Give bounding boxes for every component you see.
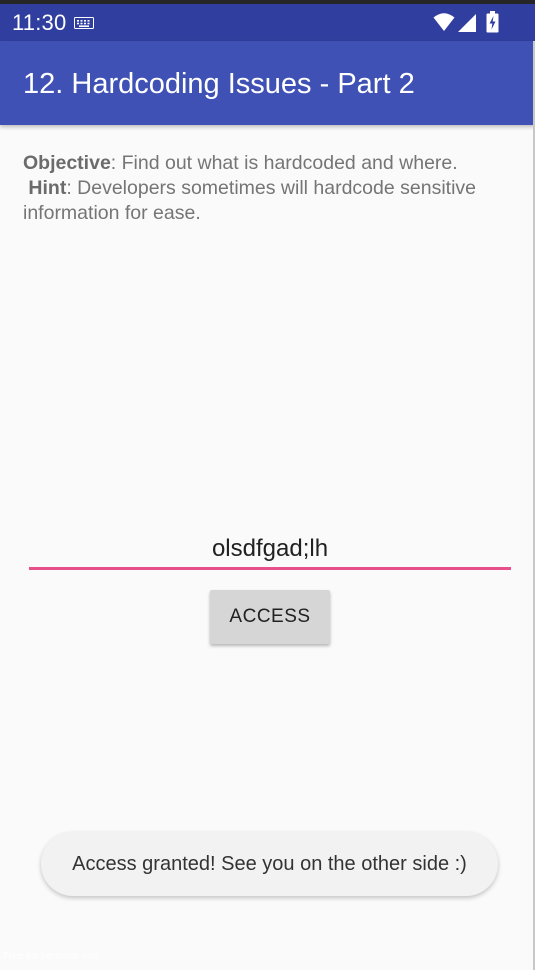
battery-charging-icon bbox=[486, 11, 499, 38]
challenge-description: Objective: Find out what is hardcoded an… bbox=[23, 151, 518, 226]
cellular-signal-icon bbox=[457, 13, 477, 38]
objective-text: : Find out what is hardcoded and where. bbox=[110, 152, 458, 174]
keyboard-icon bbox=[74, 16, 94, 34]
toast-notification: Access granted! See you on the other sid… bbox=[41, 832, 498, 896]
watermark: Free for personal use bbox=[3, 951, 99, 962]
hint-label: Hint bbox=[28, 177, 67, 199]
access-button[interactable]: ACCESS bbox=[210, 590, 330, 644]
status-bar: 11:30 bbox=[0, 4, 535, 41]
app-screen: 11:30 12. Hardcoding Issues - Part 2 Obj… bbox=[0, 0, 535, 970]
secret-input[interactable] bbox=[29, 530, 511, 570]
page-title: 12. Hardcoding Issues - Part 2 bbox=[23, 68, 415, 100]
toast-message: Access granted! See you on the other sid… bbox=[72, 852, 467, 875]
wifi-icon bbox=[433, 12, 455, 37]
status-time: 11:30 bbox=[12, 10, 67, 35]
hint-text: : Developers sometimes will hardcode sen… bbox=[23, 177, 476, 224]
objective-label: Objective bbox=[23, 152, 111, 174]
app-bar: 12. Hardcoding Issues - Part 2 bbox=[0, 41, 535, 125]
